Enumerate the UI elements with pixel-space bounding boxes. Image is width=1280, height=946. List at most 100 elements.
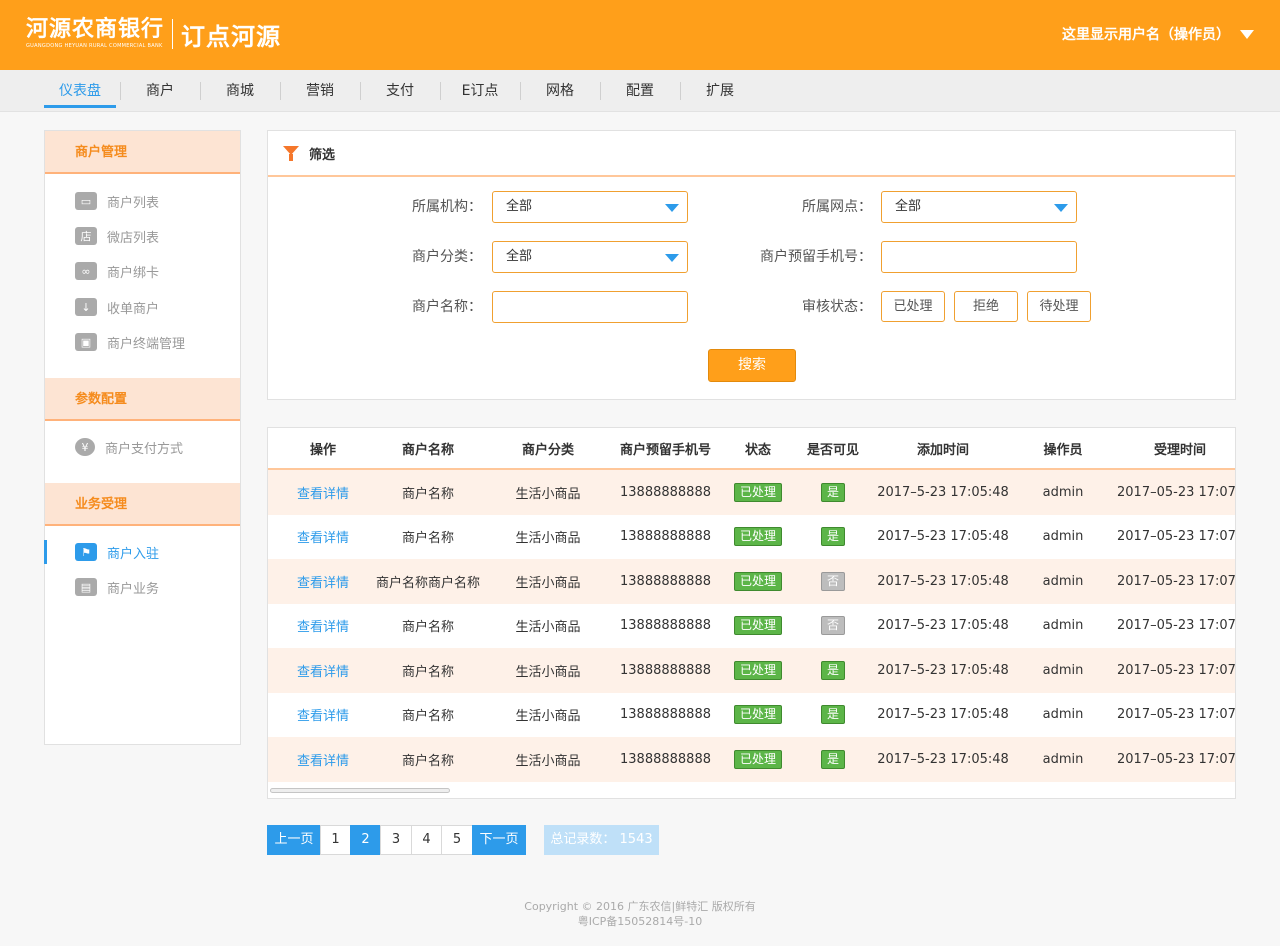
sidebar-item-label: 商户支付方式 [105, 441, 184, 457]
accepted-time-cell: 2017–05-23 17:07:07 [1117, 662, 1236, 678]
nav-item-marketing[interactable]: 营销 [290, 70, 350, 112]
terminal-icon: ▣ [75, 333, 97, 351]
next-page-button[interactable]: 下一页 [472, 825, 526, 855]
name-input[interactable] [492, 291, 688, 323]
search-button[interactable]: 搜索 [708, 349, 796, 382]
nav-item-e-order[interactable]: E订点 [450, 70, 510, 112]
operator-cell: admin [1042, 618, 1084, 634]
accepted-time-cell: 2017–05-23 17:07:07 [1117, 751, 1236, 767]
added-time-cell: 2017–5-23 17:05:48 [877, 529, 1009, 545]
accepted-time-cell: 2017–05-23 17:07:07 [1117, 529, 1236, 545]
sidebar: 商户管理 ▭ 商户列表 店 微店列表 ∞ 商户绑卡 ↓ 收单商户 ▣ 商户终端管… [44, 130, 241, 745]
sidebar-item-label: 商户业务 [107, 581, 160, 597]
logo-main: 河源农商银行 GUANGDONG HEYUAN RURAL COMMERCIAL… [26, 18, 164, 50]
merchant-name-cell: 商户名称 [401, 531, 454, 547]
view-detail-link[interactable]: 查看详情 [297, 616, 349, 635]
footer: Copyright © 2016 广东农信|鲜特汇 版权所有 粤ICP备1505… [0, 899, 1280, 929]
org-select[interactable]: 全部 [492, 191, 688, 223]
accepted-time-cell: 2017–05-23 17:07:07 [1117, 484, 1236, 500]
sidebar-item-microshop-list[interactable]: 店 微店列表 [45, 221, 240, 251]
filter-header: 筛选 [268, 131, 1235, 177]
page-button[interactable]: 1 [320, 825, 351, 855]
nav-divider [360, 82, 361, 100]
horizontal-scrollbar[interactable] [270, 788, 450, 793]
accepted-time-cell: 2017–05-23 17:07:07 [1117, 618, 1236, 634]
caret-down-icon [1240, 29, 1254, 39]
nav-divider [120, 82, 121, 100]
status-chip-rejected[interactable]: 拒绝 [954, 291, 1018, 322]
column-header: 是否可见 [806, 442, 859, 458]
added-time-cell: 2017–5-23 17:05:48 [877, 751, 1009, 767]
chevron-down-icon [665, 204, 679, 212]
nav-item-merchant[interactable]: 商户 [130, 70, 190, 112]
page-button[interactable]: 4 [411, 825, 442, 855]
page-button[interactable]: 5 [441, 825, 473, 855]
view-detail-link[interactable]: 查看详情 [297, 750, 349, 769]
prev-page-button[interactable]: 上一页 [267, 825, 321, 855]
bank-logo[interactable]: 河源农商银行 GUANGDONG HEYUAN RURAL COMMERCIAL… [26, 16, 281, 52]
visible-badge: 是 [820, 705, 845, 725]
category-label: 商户分类： [412, 249, 482, 265]
phone-input[interactable] [881, 241, 1077, 273]
table-row: 查看详情 商户名称 生活小商品 13888888888 已处理 是 2017–5… [268, 515, 1236, 560]
table-row: 查看详情 商户名称 生活小商品 13888888888 已处理 是 2017–5… [268, 470, 1236, 515]
nav-item-config[interactable]: 配置 [610, 70, 670, 112]
status-badge: 已处理 [733, 660, 782, 680]
category-cell: 生活小商品 [515, 531, 581, 547]
sidebar-item-merchant-list[interactable]: ▭ 商户列表 [45, 186, 240, 216]
sidebar-item-label: 微店列表 [107, 230, 160, 246]
shop-icon: 店 [75, 227, 97, 245]
sidebar-item-terminal[interactable]: ▣ 商户终端管理 [45, 327, 240, 357]
phone-cell: 13888888888 [620, 751, 711, 767]
operator-cell: admin [1042, 751, 1084, 767]
icp-text: 粤ICP备15052814号-10 [577, 915, 703, 928]
status-badge: 已处理 [733, 749, 782, 769]
funnel-icon [283, 144, 301, 162]
visible-badge: 是 [820, 527, 845, 547]
sidebar-item-label: 收单商户 [107, 301, 160, 317]
operator-cell: admin [1042, 707, 1084, 723]
sidebar-item-onboarding[interactable]: ⚑ 商户入驻 [44, 537, 240, 567]
nav-item-payment[interactable]: 支付 [370, 70, 430, 112]
sidebar-item-bind-card[interactable]: ∞ 商户绑卡 [45, 256, 240, 286]
table-row: 查看详情 商户名称 生活小商品 13888888888 已处理 是 2017–5… [268, 737, 1236, 782]
status-badge: 已处理 [733, 616, 782, 636]
operator-cell: admin [1042, 529, 1084, 545]
column-header: 操作 [309, 442, 336, 458]
view-detail-link[interactable]: 查看详情 [297, 527, 349, 546]
category-select[interactable]: 全部 [492, 241, 688, 273]
nav-item-grid[interactable]: 网格 [530, 70, 590, 112]
nav-item-extend[interactable]: 扩展 [690, 70, 750, 112]
sidebar-group-business: 业务受理 [45, 483, 240, 526]
sidebar-item-merchant-business[interactable]: ▤ 商户业务 [45, 572, 240, 602]
view-detail-link[interactable]: 查看详情 [297, 705, 349, 724]
sidebar-item-acquiring[interactable]: ↓ 收单商户 [45, 292, 240, 322]
view-detail-link[interactable]: 查看详情 [297, 483, 349, 502]
user-menu[interactable]: 这里显示用户名（操作员） [1062, 24, 1254, 44]
branch-select[interactable]: 全部 [881, 191, 1077, 223]
status-chip-pending[interactable]: 待处理 [1027, 291, 1091, 322]
status-badge: 已处理 [733, 482, 782, 502]
status-label: 审核状态： [802, 299, 872, 315]
view-detail-link[interactable]: 查看详情 [297, 572, 349, 591]
sidebar-item-pay-method[interactable]: ¥ 商户支付方式 [45, 432, 240, 462]
briefcase-icon: ▤ [75, 578, 97, 596]
filter-panel: 筛选 所属机构： 全部 所属网点： 全部 商户分类： 全部 商户预留手机号： 商… [267, 130, 1236, 400]
page-button-current[interactable]: 2 [350, 825, 381, 855]
view-detail-link[interactable]: 查看详情 [297, 661, 349, 680]
merchant-name-cell: 商户名称商户名称 [375, 575, 480, 591]
phone-label: 商户预留手机号： [760, 249, 872, 265]
sidebar-group-merchant-mgmt: 商户管理 [45, 131, 240, 174]
sidebar-group-params: 参数配置 [45, 378, 240, 421]
nav-item-dashboard[interactable]: 仪表盘 [44, 70, 116, 112]
nav-item-mall[interactable]: 商城 [210, 70, 270, 112]
page-button[interactable]: 3 [380, 825, 412, 855]
status-chip-processed[interactable]: 已处理 [881, 291, 945, 322]
download-icon: ↓ [75, 298, 97, 316]
phone-cell: 13888888888 [620, 662, 711, 678]
sidebar-item-label: 商户绑卡 [107, 265, 160, 281]
phone-cell: 13888888888 [620, 573, 711, 589]
added-time-cell: 2017–5-23 17:05:48 [877, 707, 1009, 723]
added-time-cell: 2017–5-23 17:05:48 [877, 618, 1009, 634]
visible-badge: 是 [820, 749, 845, 769]
